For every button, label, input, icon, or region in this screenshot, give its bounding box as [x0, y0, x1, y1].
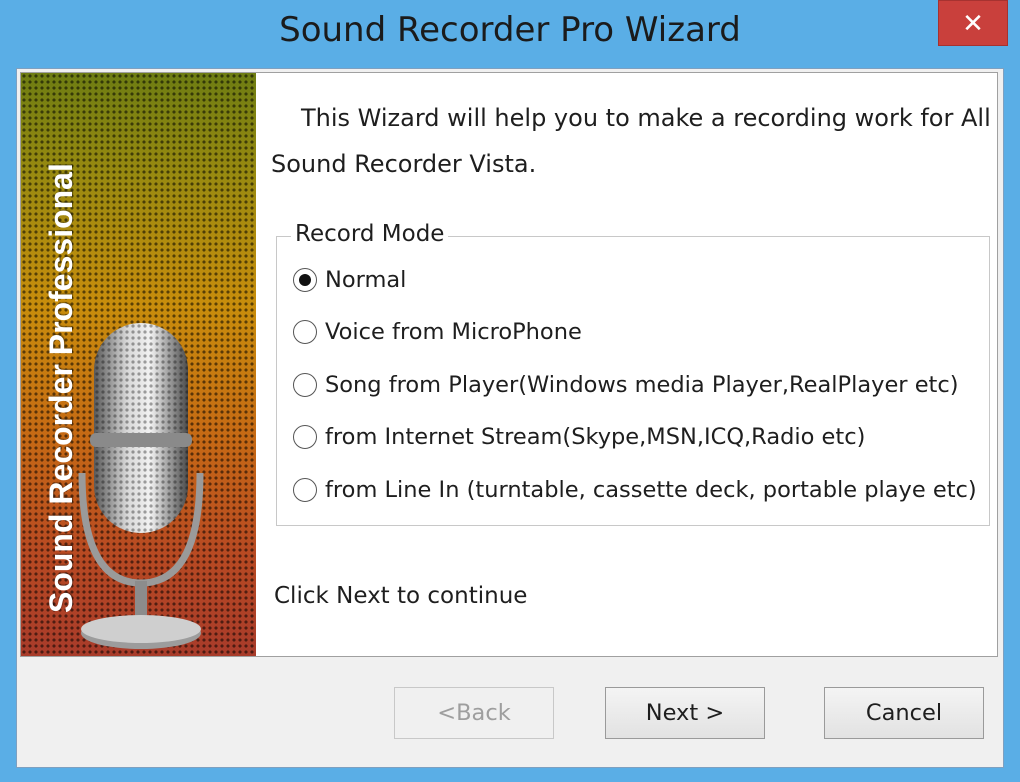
- back-button[interactable]: <Back: [394, 687, 554, 739]
- content-panel: Sound Recorder Professional This Wizard …: [20, 72, 998, 657]
- side-banner: Sound Recorder Professional: [21, 73, 256, 656]
- radio-button[interactable]: [293, 320, 317, 344]
- banner-title: Sound Recorder Professional: [43, 163, 79, 613]
- radio-voice-from-microphone[interactable]: Voice from MicroPhone: [293, 315, 582, 349]
- radio-button[interactable]: [293, 478, 317, 502]
- wizard-body: Sound Recorder Professional This Wizard …: [16, 68, 1004, 768]
- radio-song-from-player[interactable]: Song from Player(Windows media Player,Re…: [293, 368, 959, 402]
- wizard-content: This Wizard will help you to make a reco…: [271, 73, 996, 656]
- radio-label: from Internet Stream(Skype,MSN,ICQ,Radio…: [325, 424, 866, 450]
- wizard-window: Sound Recorder Pro Wizard ✕ Sound Record…: [0, 0, 1020, 782]
- radio-label: Normal: [325, 267, 407, 293]
- intro-text: This Wizard will help you to make a reco…: [271, 104, 991, 178]
- title-bar[interactable]: Sound Recorder Pro Wizard ✕: [0, 0, 1020, 68]
- cancel-button[interactable]: Cancel: [824, 687, 984, 739]
- continue-hint: Click Next to continue: [274, 583, 528, 609]
- window-title: Sound Recorder Pro Wizard: [279, 10, 741, 50]
- radio-label: Song from Player(Windows media Player,Re…: [325, 372, 959, 398]
- radio-normal[interactable]: Normal: [293, 263, 406, 297]
- radio-label: Voice from MicroPhone: [325, 319, 582, 345]
- next-button[interactable]: Next >: [605, 687, 765, 739]
- radio-button[interactable]: [293, 373, 317, 397]
- radio-button-checked[interactable]: [293, 268, 317, 292]
- record-mode-label: Record Mode: [291, 221, 449, 247]
- microphone-icon: [78, 323, 204, 649]
- radio-line-in[interactable]: from Line In (turntable, cassette deck, …: [293, 473, 977, 507]
- radio-label: from Line In (turntable, cassette deck, …: [325, 477, 977, 503]
- radio-button[interactable]: [293, 425, 317, 449]
- close-icon: ✕: [962, 9, 984, 39]
- record-mode-group: Record Mode Normal Voice from MicroPhone…: [276, 221, 990, 526]
- radio-internet-stream[interactable]: from Internet Stream(Skype,MSN,ICQ,Radio…: [293, 420, 865, 454]
- close-button[interactable]: ✕: [938, 0, 1008, 46]
